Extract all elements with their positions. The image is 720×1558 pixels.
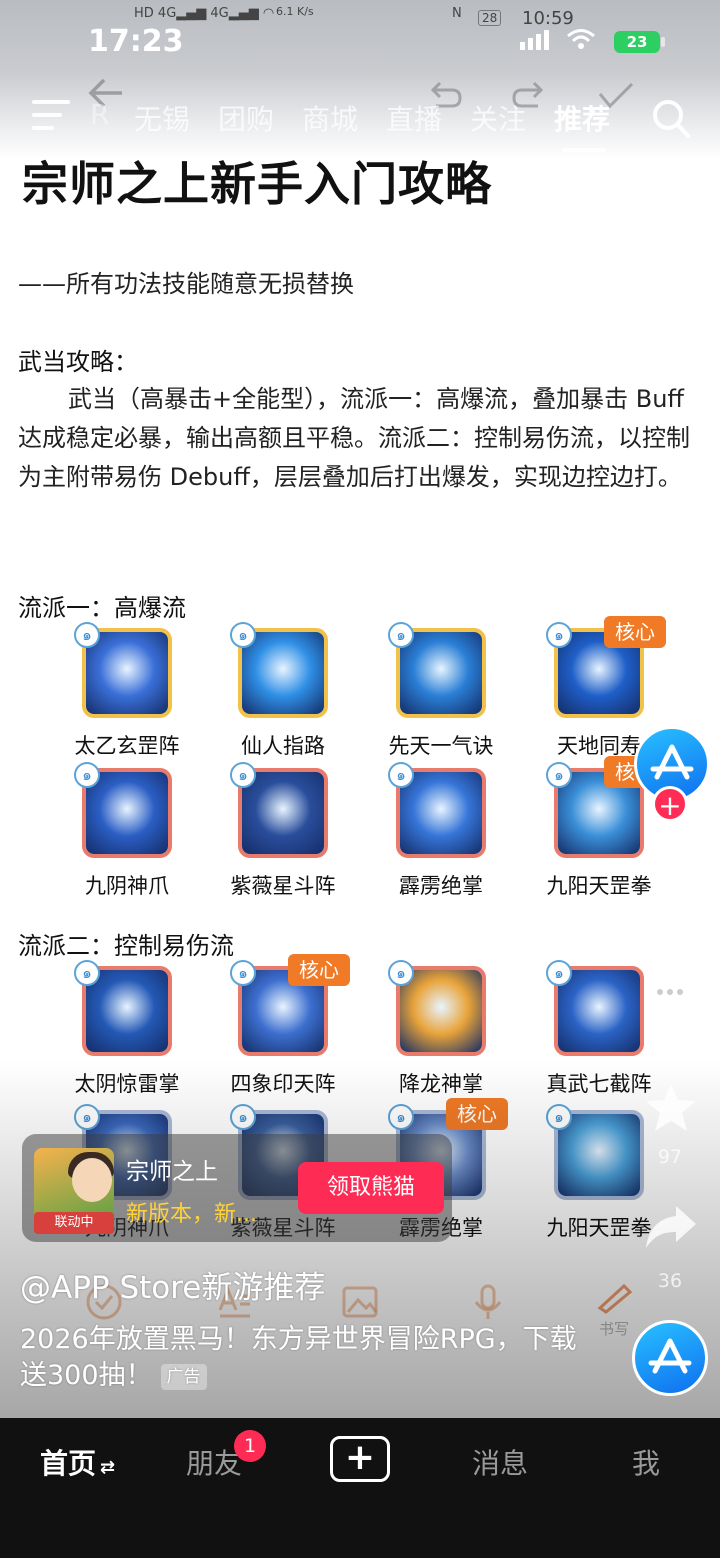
follow-button[interactable]: + <box>652 786 688 822</box>
ad-label: 广告 <box>160 1363 207 1390</box>
share-count: 36 <box>657 1270 683 1292</box>
side-rail: + 204 31 97 36 <box>630 720 720 1420</box>
skill-name: 霹雳绝掌 <box>399 874 483 898</box>
battery-cap <box>661 37 665 47</box>
search-icon[interactable] <box>651 98 691 144</box>
like-count: 204 <box>651 914 689 936</box>
ad-caption-text: 2026年放置黑马！东方异世界冒险RPG，下载送300抽！ <box>20 1324 577 1391</box>
signal-icon <box>520 30 549 50</box>
section-heading-wudang: 武当攻略： <box>18 348 138 376</box>
ad-app-name: 宗师之上 <box>126 1159 218 1185</box>
favorite-icon[interactable] <box>644 1082 698 1138</box>
ad-cta-button[interactable]: 领取熊猫 <box>298 1162 444 1214</box>
school2-heading: 流派二：控制易伤流 <box>18 932 234 960</box>
tab-tuangou[interactable]: 团购 <box>218 98 274 138</box>
comment-count: 31 <box>657 1030 683 1052</box>
like-icon[interactable] <box>640 846 700 904</box>
tab-following[interactable]: 关注 <box>470 98 526 138</box>
skill-name: 九阴神爪 <box>85 874 169 898</box>
tab-partial[interactable]: R <box>90 98 109 131</box>
core-badge: 核心 <box>288 954 350 986</box>
wifi-icon <box>566 28 596 56</box>
tab-live[interactable]: 直播 <box>386 98 442 138</box>
tab-home-label: 首页 <box>40 1447 97 1480</box>
ghost-nfc-icon: N <box>452 6 462 21</box>
tab-me[interactable]: 我 <box>632 1442 660 1482</box>
ghost-time: 10:59 <box>522 8 574 29</box>
skill-name: 仙人指路 <box>241 734 325 758</box>
element-icon: ๑ <box>546 960 572 986</box>
top-nav: R 无锡 团购 商城 直播 关注 推荐 <box>0 92 720 152</box>
element-icon: ๑ <box>74 960 100 986</box>
element-icon: ๑ <box>388 762 414 788</box>
element-icon: ๑ <box>74 622 100 648</box>
skill-name: 太乙玄罡阵 <box>74 734 180 758</box>
article-paragraph: 武当（高暴击+全能型），流派一：高爆流，叠加暴击 Buff 达成稳定必暴，输出高… <box>18 385 690 491</box>
ad-description: 新版本，新... <box>126 1202 257 1227</box>
ad-caption: 2026年放置黑马！东方异世界冒险RPG，下载送300抽！ 广告 <box>20 1322 580 1394</box>
tab-mall[interactable]: 商城 <box>302 98 358 138</box>
core-badge: 核心 <box>604 616 666 648</box>
status-bar: HD 4G▂▄▆ 4G▂▄▆ ◠ 6.1 K/s N 28 10:59 17:2… <box>0 0 720 70</box>
school1-heading: 流派一：高爆流 <box>18 594 186 622</box>
bottom-tab-bar: 首页 ⇄ 朋友 1 + 消息 我 <box>0 1418 720 1558</box>
article-subtitle: ——所有功法技能随意无损替换 <box>18 270 354 298</box>
tab-messages[interactable]: 消息 <box>472 1442 528 1482</box>
element-icon: ๑ <box>230 622 256 648</box>
element-icon: ๑ <box>546 622 572 648</box>
net-speed: 6.1 K/s <box>276 5 314 18</box>
ad-tag: 联动中 <box>34 1212 114 1234</box>
ghost-battery: 28 <box>478 10 502 26</box>
tab-home[interactable]: 首页 ⇄ <box>40 1442 115 1482</box>
element-icon: ๑ <box>74 762 100 788</box>
tab-wuxi[interactable]: 无锡 <box>134 98 190 138</box>
switch-icon: ⇄ <box>100 1457 116 1478</box>
battery-indicator: 23 <box>614 31 660 53</box>
active-tab-indicator <box>562 148 606 152</box>
skill-name: 紫薇星斗阵 <box>230 874 336 898</box>
appstore-icon <box>650 744 694 780</box>
element-icon: ๑ <box>230 762 256 788</box>
element-icon: ๑ <box>230 960 256 986</box>
favorite-count: 97 <box>657 1146 683 1168</box>
ad-account-name[interactable]: @APP Store新游推荐 <box>20 1262 325 1307</box>
skill-name: 先天一气诀 <box>388 734 494 758</box>
element-icon: ๑ <box>388 960 414 986</box>
create-button[interactable]: + <box>330 1436 390 1482</box>
friends-badge: 1 <box>234 1430 266 1462</box>
tab-recommend[interactable]: 推荐 <box>554 98 610 138</box>
music-disc[interactable] <box>632 1320 708 1396</box>
share-icon[interactable] <box>644 1204 698 1254</box>
menu-icon[interactable] <box>32 100 70 130</box>
comment-icon[interactable] <box>642 968 698 1026</box>
article-title: 宗师之上新手入门攻略 <box>22 157 492 211</box>
ghost-signal-icons: HD 4G▂▄▆ 4G▂▄▆ ◠ <box>134 6 275 21</box>
screen: 宗师之上新手入门攻略 ——所有功法技能随意无损替换 武当攻略： 武当（高暴击+全… <box>0 0 720 1558</box>
status-time: 17:23 <box>88 24 184 59</box>
element-icon: ๑ <box>388 622 414 648</box>
element-icon: ๑ <box>546 762 572 788</box>
appstore-icon <box>648 1338 692 1374</box>
